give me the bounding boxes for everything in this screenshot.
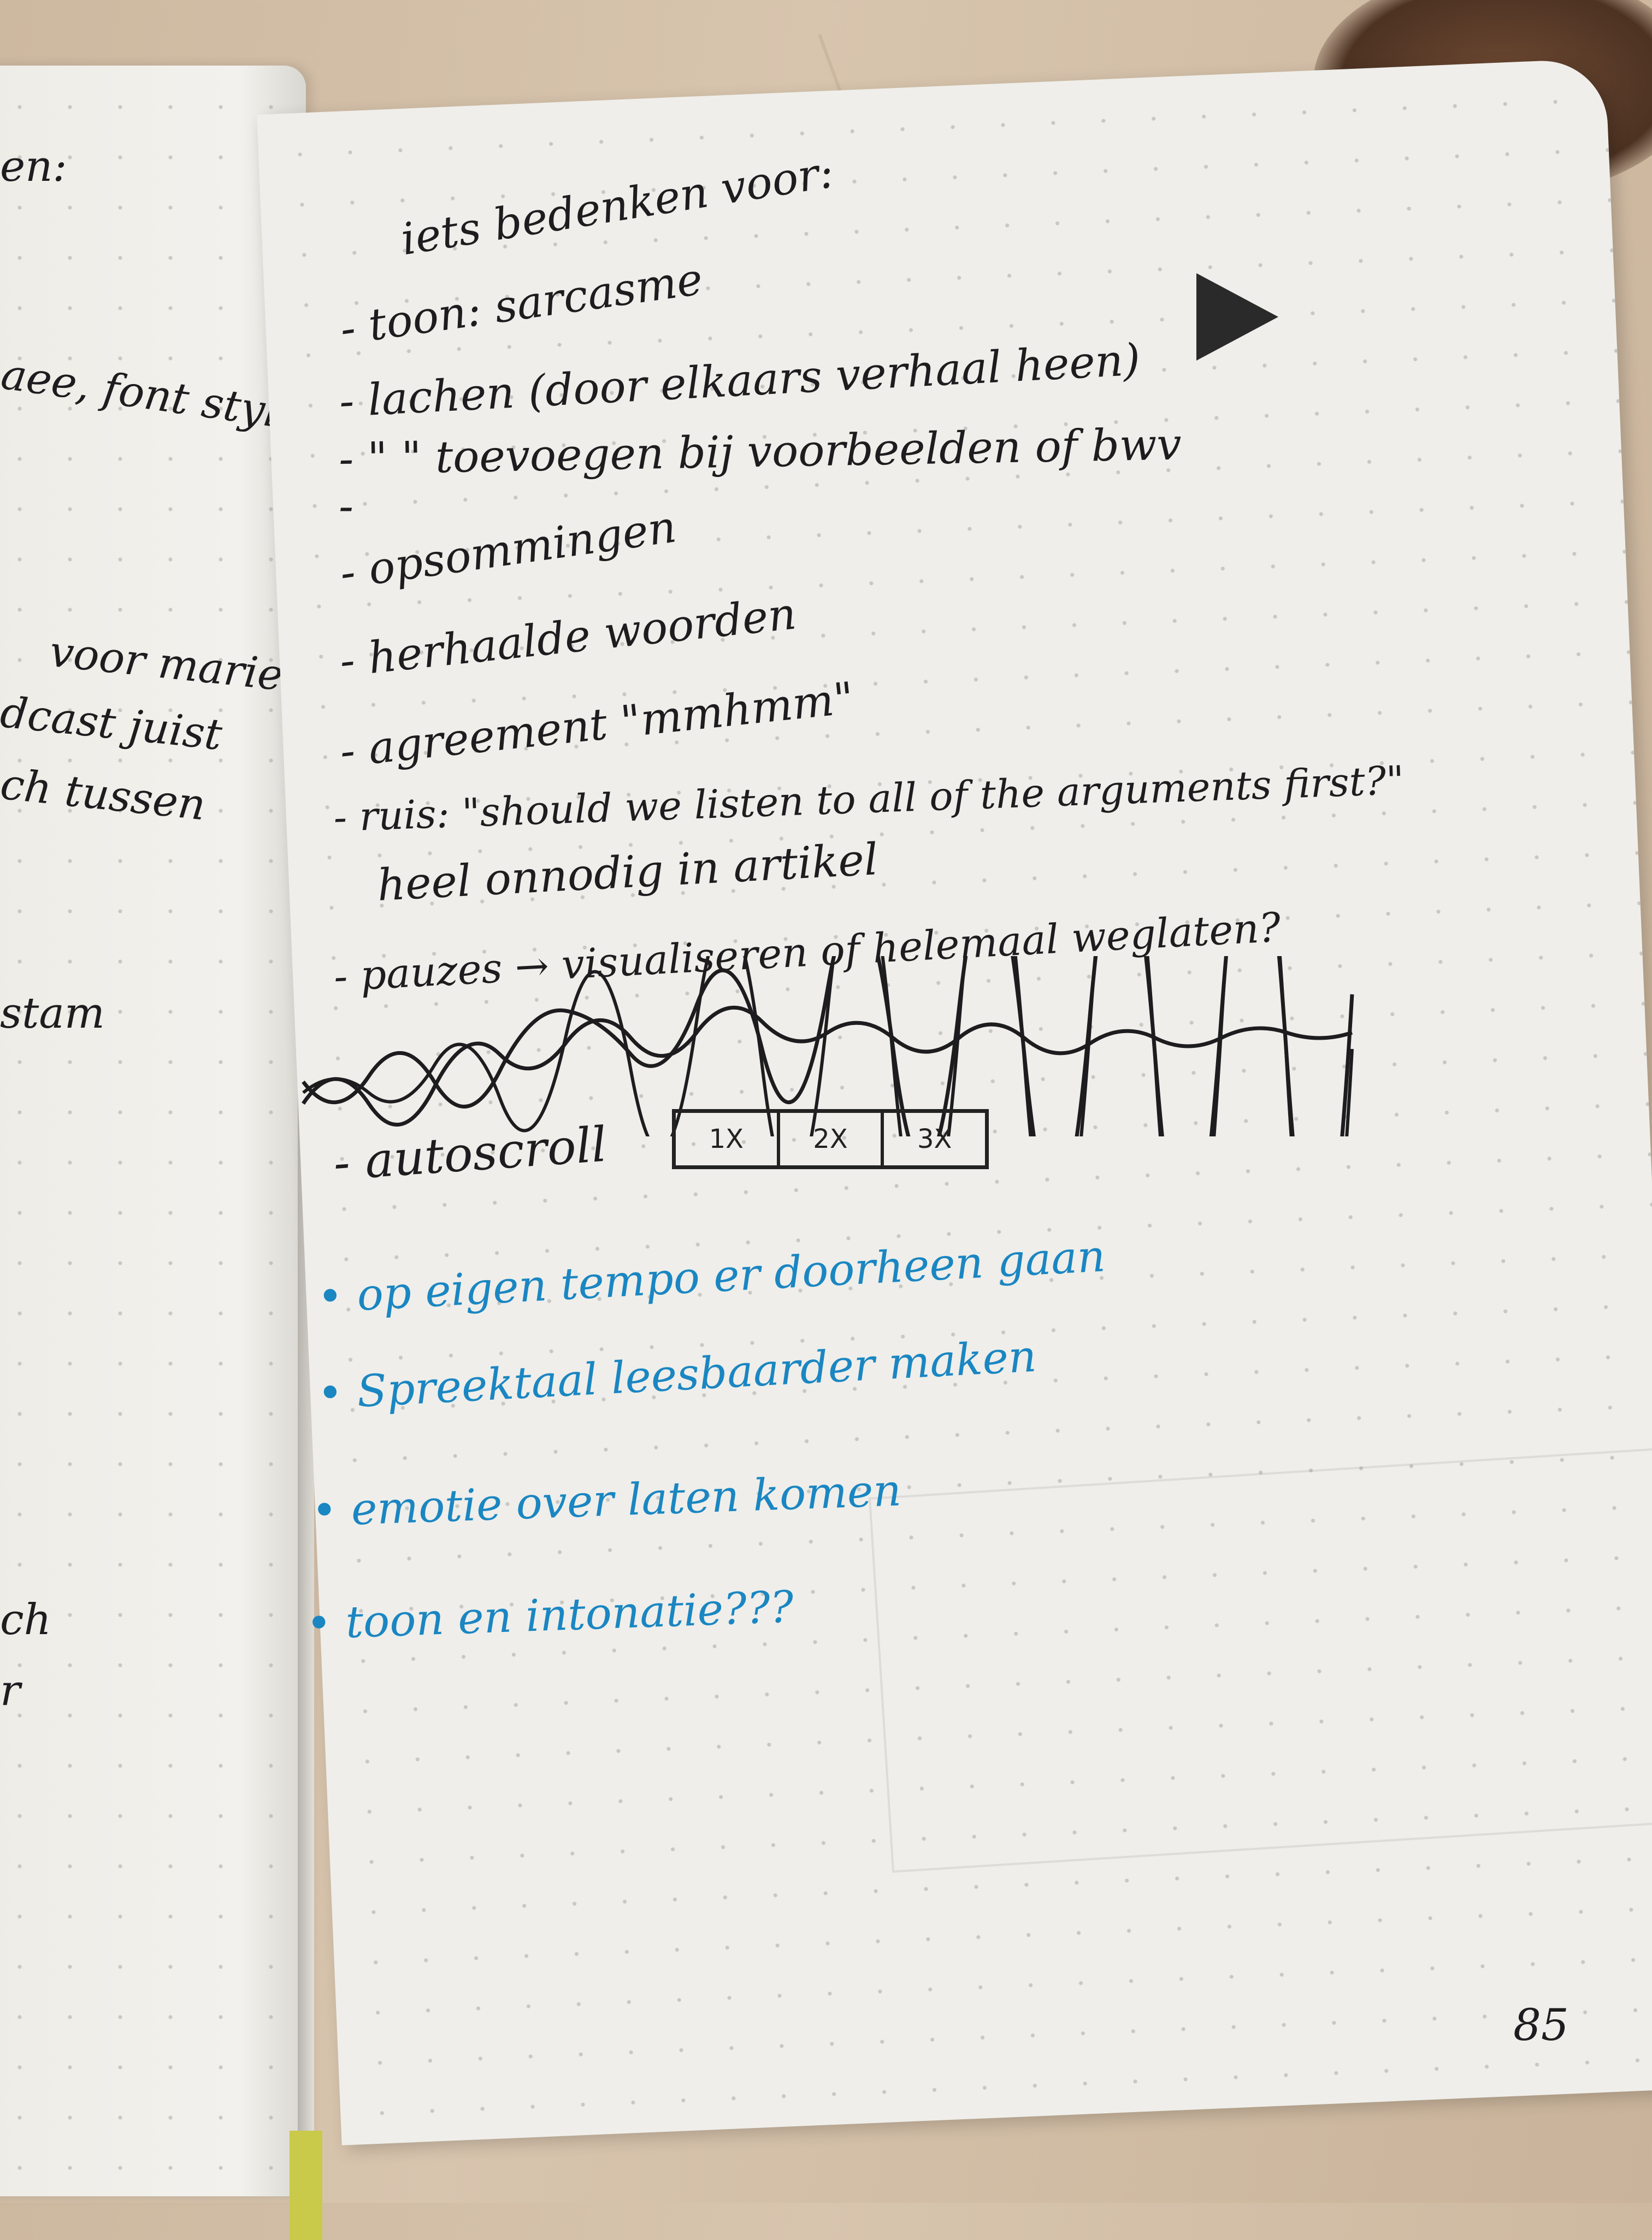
speed-2x: 2X bbox=[776, 1113, 881, 1165]
note-item: - bbox=[339, 481, 354, 532]
faint-sketch bbox=[868, 1446, 1652, 1873]
page-number: 85 bbox=[1513, 2000, 1569, 2050]
left-page: en: aee, font style, voor marie dcast ju… bbox=[0, 66, 306, 2196]
triangle-icon bbox=[1196, 273, 1278, 361]
speed-selector-sketch: 1X 2X 3X bbox=[672, 1109, 989, 1169]
bookmark-ribbon bbox=[290, 2131, 322, 2240]
speed-1x: 1X bbox=[709, 1124, 744, 1154]
left-line: en: bbox=[0, 142, 67, 191]
left-line: stam bbox=[0, 989, 105, 1038]
speed-3x: 3X bbox=[881, 1113, 985, 1165]
left-line: r bbox=[0, 1666, 21, 1716]
left-line: ch bbox=[0, 1595, 51, 1644]
